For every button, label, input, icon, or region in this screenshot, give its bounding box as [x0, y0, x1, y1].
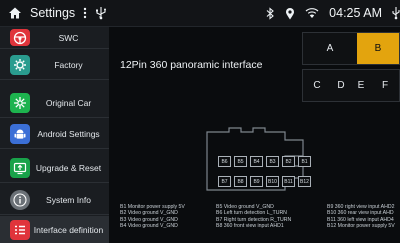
factory-settings-icon — [10, 54, 30, 75]
status-bar-right: 04:25 AM — [266, 6, 400, 20]
clock: 04:25 AM — [329, 6, 382, 20]
connector-pin: B7 — [218, 176, 231, 187]
status-bar-left: Settings — [0, 6, 107, 20]
connector-pin: B1 — [298, 156, 311, 167]
legend-line: B8 360 front view input AHD1 — [216, 222, 284, 229]
legend-line: B2 Video ground V_GND — [120, 210, 178, 217]
wifi-icon — [305, 7, 319, 19]
legend-line: B11 360 left view input AHD4 — [327, 216, 394, 223]
legend-line: B10 360 rear view input AHD — [327, 210, 394, 217]
legend-line: B7 Right turn detection R_TURN — [216, 216, 292, 223]
key-panel: A B C D E F — [302, 32, 400, 102]
sidebar-item-label: System Info — [46, 194, 91, 205]
connector-pin: B11 — [282, 176, 295, 187]
connector-diagram: B6 B5 B4 B3 B2 B1 B7 B8 B9 B10 B11 B12 — [195, 104, 315, 196]
connector-pin: B5 — [234, 156, 247, 167]
key-e[interactable]: E — [351, 70, 371, 101]
car-settings-icon — [10, 92, 30, 113]
key-row: C D E F — [302, 69, 400, 102]
connector-pin: B9 — [250, 176, 263, 187]
sidebar-item-factory[interactable]: Factory — [0, 50, 109, 80]
pin-legend-col1: B1 Monitor power supply 5V B2 Video grou… — [120, 204, 185, 229]
sidebar-item-label: Upgrade & Reset — [35, 162, 102, 173]
sidebar-item-android-settings[interactable]: Android Settings — [0, 119, 109, 149]
sidebar: SWC Factory Original Car Android Setting… — [0, 27, 109, 243]
legend-line: B3 Video ground V_GND — [120, 216, 178, 223]
home-icon[interactable] — [8, 6, 22, 20]
legend-line: B4 Video ground V_GND — [120, 222, 178, 229]
main-panel: 12Pin 360 panoramic interface A B C D E … — [109, 27, 400, 243]
key-d[interactable]: D — [331, 70, 351, 101]
sidebar-item-interface-definition[interactable]: Interface definition — [0, 216, 109, 243]
sidebar-item-label: Interface definition — [33, 224, 104, 235]
connector-pin: B6 — [218, 156, 231, 167]
connector-pin: B3 — [266, 156, 279, 167]
page-title: 12Pin 360 panoramic interface — [120, 59, 263, 71]
connector-pin: B12 — [298, 176, 311, 187]
connector-pin: B4 — [250, 156, 263, 167]
legend-line: B12 Monitor power supply 5V — [327, 222, 395, 229]
connector-pin: B8 — [234, 176, 247, 187]
steering-wheel-icon — [10, 29, 30, 46]
sidebar-item-label: Android Settings — [37, 128, 100, 139]
usb-icon — [95, 6, 107, 20]
app-title: Settings — [30, 6, 76, 20]
sidebar-item-system-info[interactable]: System Info — [0, 185, 109, 215]
key-b[interactable]: B — [356, 33, 399, 64]
key-row: A B — [302, 32, 400, 65]
sidebar-item-upgrade-reset[interactable]: Upgrade & Reset — [0, 153, 109, 183]
sidebar-item-label: SWC — [58, 32, 79, 43]
key-f[interactable]: F — [371, 70, 399, 101]
bluetooth-icon — [266, 6, 275, 20]
connector-pin: B2 — [282, 156, 295, 167]
sidebar-item-label: Factory — [54, 59, 83, 70]
usb-icon — [392, 6, 400, 20]
interface-icon — [10, 219, 30, 240]
pin-legend-col3: B9 360 right view input AHD2 B10 360 rea… — [327, 204, 400, 229]
info-icon — [10, 189, 30, 210]
key-c[interactable]: C — [303, 70, 331, 101]
sidebar-item-label: Original Car — [45, 97, 92, 108]
upgrade-icon — [10, 157, 30, 178]
sidebar-item-swc[interactable]: SWC — [0, 27, 109, 49]
pin-legend-col2: B5 Video ground V_GND B6 Left turn detec… — [216, 204, 291, 229]
android-settings-icon — [10, 123, 30, 144]
key-a[interactable]: A — [303, 33, 357, 64]
connector-pin: B10 — [266, 176, 279, 187]
legend-line: B6 Left turn detection L_TURN — [216, 210, 287, 217]
location-icon — [285, 7, 295, 20]
sidebar-item-original-car[interactable]: Original Car — [0, 88, 109, 118]
more-vert-icon[interactable] — [83, 7, 87, 19]
status-bar: Settings 04:25 AM — [0, 0, 400, 27]
